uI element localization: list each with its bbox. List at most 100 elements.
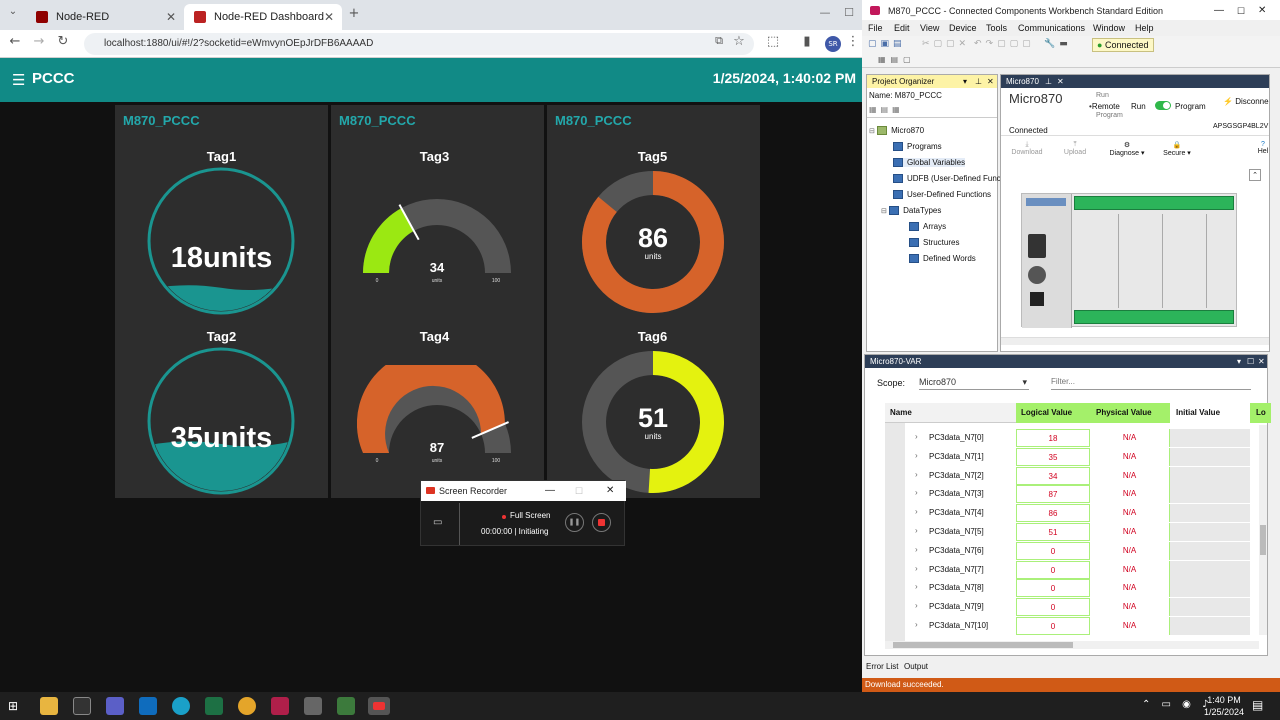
tree-item-micro870[interactable]: ⊟ Micro870	[869, 126, 924, 136]
collapse-icon[interactable]: ⌃	[1249, 169, 1261, 181]
recorder-close-icon[interactable]: ✕	[606, 481, 614, 501]
row-expand-icon[interactable]: ›	[915, 526, 918, 535]
organizer-toolbar-icons[interactable]: ▦▤▦	[869, 105, 904, 114]
upload-button[interactable]: ⤒ Upload	[1055, 141, 1095, 156]
ccw-maximize-icon[interactable]: ☐	[1237, 0, 1245, 22]
forward-icon[interactable]: →	[30, 34, 48, 49]
table-row[interactable]: › PC3data_N7[2] 34 N/A	[885, 466, 1271, 486]
column-header-initial-value[interactable]: Initial Value	[1170, 403, 1250, 423]
logical-value-cell[interactable]: 0	[1016, 598, 1090, 617]
table-row[interactable]: › PC3data_N7[4] 86 N/A	[885, 504, 1271, 523]
logical-value-cell[interactable]: 0	[1016, 541, 1090, 560]
logical-value-cell[interactable]: 0	[1016, 617, 1090, 635]
cast-icon[interactable]: ⧉	[710, 34, 728, 48]
initial-value-cell[interactable]	[1170, 598, 1250, 617]
back-icon[interactable]: ←	[6, 34, 24, 49]
recorder-mode[interactable]: Full Screen	[510, 511, 550, 520]
help-button[interactable]: ? Hel	[1253, 141, 1273, 155]
tool-icon[interactable]	[304, 697, 322, 715]
new-tab-icon[interactable]: +	[345, 6, 363, 21]
column-header-lo[interactable]: Lo	[1250, 403, 1271, 423]
row-expand-icon[interactable]: ›	[915, 507, 918, 516]
menu-edit[interactable]: Edit	[894, 23, 910, 33]
variables-dropdown-icon[interactable]: ▾	[1237, 355, 1241, 368]
windows-start-icon[interactable]: ⊞	[8, 699, 18, 713]
teams-icon[interactable]	[106, 697, 124, 715]
browser-menu-icon[interactable]: ⋮	[844, 34, 862, 49]
row-expand-icon[interactable]: ›	[915, 620, 918, 629]
toolbar-file-icons[interactable]: ▢▣▤	[868, 39, 906, 49]
ccw-taskbar-icon[interactable]	[271, 697, 289, 715]
run-program-toggle[interactable]	[1155, 101, 1171, 110]
logical-value-cell[interactable]: 87	[1016, 485, 1090, 504]
extensions-icon[interactable]: ⬚	[764, 34, 782, 49]
row-expand-icon[interactable]: ›	[915, 451, 918, 460]
tree-item-arrays[interactable]: Arrays	[909, 222, 946, 232]
table-row[interactable]: › PC3data_N7[7] 0 N/A	[885, 560, 1271, 580]
taskbar-clock[interactable]: 1:40 PM 1/25/2024	[1204, 694, 1244, 718]
logical-value-cell[interactable]: 18	[1016, 429, 1090, 447]
initial-value-cell[interactable]	[1170, 617, 1250, 635]
table-row[interactable]: › PC3data_N7[8] 0 N/A	[885, 579, 1271, 598]
pause-button[interactable]: ❚❚	[565, 513, 584, 532]
row-expand-icon[interactable]: ›	[915, 488, 918, 497]
excel-icon[interactable]	[205, 697, 223, 715]
variables-close-icon[interactable]: ✕	[1258, 355, 1265, 368]
plc-device-image[interactable]	[1021, 193, 1237, 328]
variables-maximize-icon[interactable]: ☐	[1247, 355, 1254, 368]
notification-icon[interactable]: ▤	[1252, 698, 1263, 712]
profile-avatar[interactable]: SR	[825, 36, 841, 52]
tree-item-programs[interactable]: Programs	[893, 142, 942, 152]
ccw-minimize-icon[interactable]: —	[1214, 0, 1224, 22]
tree-item-udfb[interactable]: UDFB (User-Defined Func	[893, 174, 1001, 184]
panel-pin-icon[interactable]: ⊥	[975, 75, 982, 88]
close-tab-icon[interactable]: ✕	[324, 10, 334, 24]
row-expand-icon[interactable]: ›	[915, 545, 918, 554]
panel-dropdown-icon[interactable]: ▾	[963, 75, 967, 88]
screen-recorder-taskbar-icon[interactable]	[368, 697, 390, 715]
logical-value-cell[interactable]: 0	[1016, 560, 1090, 579]
toolbar-tool-icons[interactable]: 🔧▬	[1044, 39, 1072, 49]
logical-value-cell[interactable]: 34	[1016, 466, 1090, 485]
menu-device[interactable]: Device	[949, 23, 977, 33]
tab-output[interactable]: Output	[904, 662, 928, 671]
tab-node-red[interactable]: Node-RED ✕	[26, 4, 184, 30]
system-tray-icons[interactable]: ⌃ ▭ ◉ ♪	[1142, 699, 1212, 710]
chrome-icon[interactable]	[238, 697, 256, 715]
url-input[interactable]: localhost:1880/ui/#!/2?socketid=eWmvynOE…	[84, 33, 754, 55]
bookmark-star-icon[interactable]: ☆	[730, 34, 748, 49]
tree-item-user-defined-functions[interactable]: User-Defined Functions	[893, 190, 991, 200]
tree-item-datatypes[interactable]: ⊟ DataTypes	[881, 206, 941, 216]
minimize-icon[interactable]: —	[816, 6, 834, 19]
initial-value-cell[interactable]	[1170, 504, 1250, 523]
row-expand-icon[interactable]: ›	[915, 601, 918, 610]
tab-node-red-dashboard[interactable]: Node-RED Dashboard ✕	[184, 4, 342, 30]
table-row[interactable]: › PC3data_N7[3] 87 N/A	[885, 485, 1271, 504]
hamburger-menu-icon[interactable]: ☰	[12, 71, 25, 89]
logical-value-cell[interactable]: 0	[1016, 579, 1090, 598]
edge-icon[interactable]	[172, 697, 190, 715]
device-tab-close-icon[interactable]: ✕	[1057, 75, 1064, 88]
tab-error-list[interactable]: Error List	[866, 662, 898, 671]
menu-file[interactable]: File	[868, 23, 883, 33]
initial-value-cell[interactable]	[1170, 560, 1250, 579]
remote-mode[interactable]: •Remote	[1089, 102, 1120, 111]
column-header-logical-value[interactable]: Logical Value	[1016, 403, 1090, 423]
device-tab[interactable]: Micro870	[1006, 77, 1039, 86]
toolbar-edit-icons[interactable]: ✂▢▢✕	[922, 39, 970, 49]
initial-value-cell[interactable]	[1170, 485, 1250, 504]
initial-value-cell[interactable]	[1170, 579, 1250, 598]
table-row[interactable]: › PC3data_N7[10] 0 N/A	[885, 617, 1271, 636]
menu-window[interactable]: Window	[1093, 23, 1125, 33]
connection-status[interactable]: ● Connected	[1092, 38, 1154, 52]
initial-value-cell[interactable]	[1170, 466, 1250, 485]
table-row[interactable]: › PC3data_N7[6] 0 N/A	[885, 541, 1271, 561]
variables-hscroll[interactable]	[885, 641, 1259, 649]
toolbar-undo-redo-icons[interactable]: ↶↷▢▢▢	[974, 39, 1035, 49]
maximize-icon[interactable]: ☐	[840, 6, 858, 19]
network-tool-icon[interactable]	[337, 697, 355, 715]
hscroll-thumb[interactable]	[893, 642, 1073, 648]
table-row[interactable]: › PC3data_N7[0] 18 N/A	[885, 429, 1271, 448]
reload-icon[interactable]: ↻	[54, 34, 72, 49]
logical-value-cell[interactable]: 86	[1016, 504, 1090, 523]
